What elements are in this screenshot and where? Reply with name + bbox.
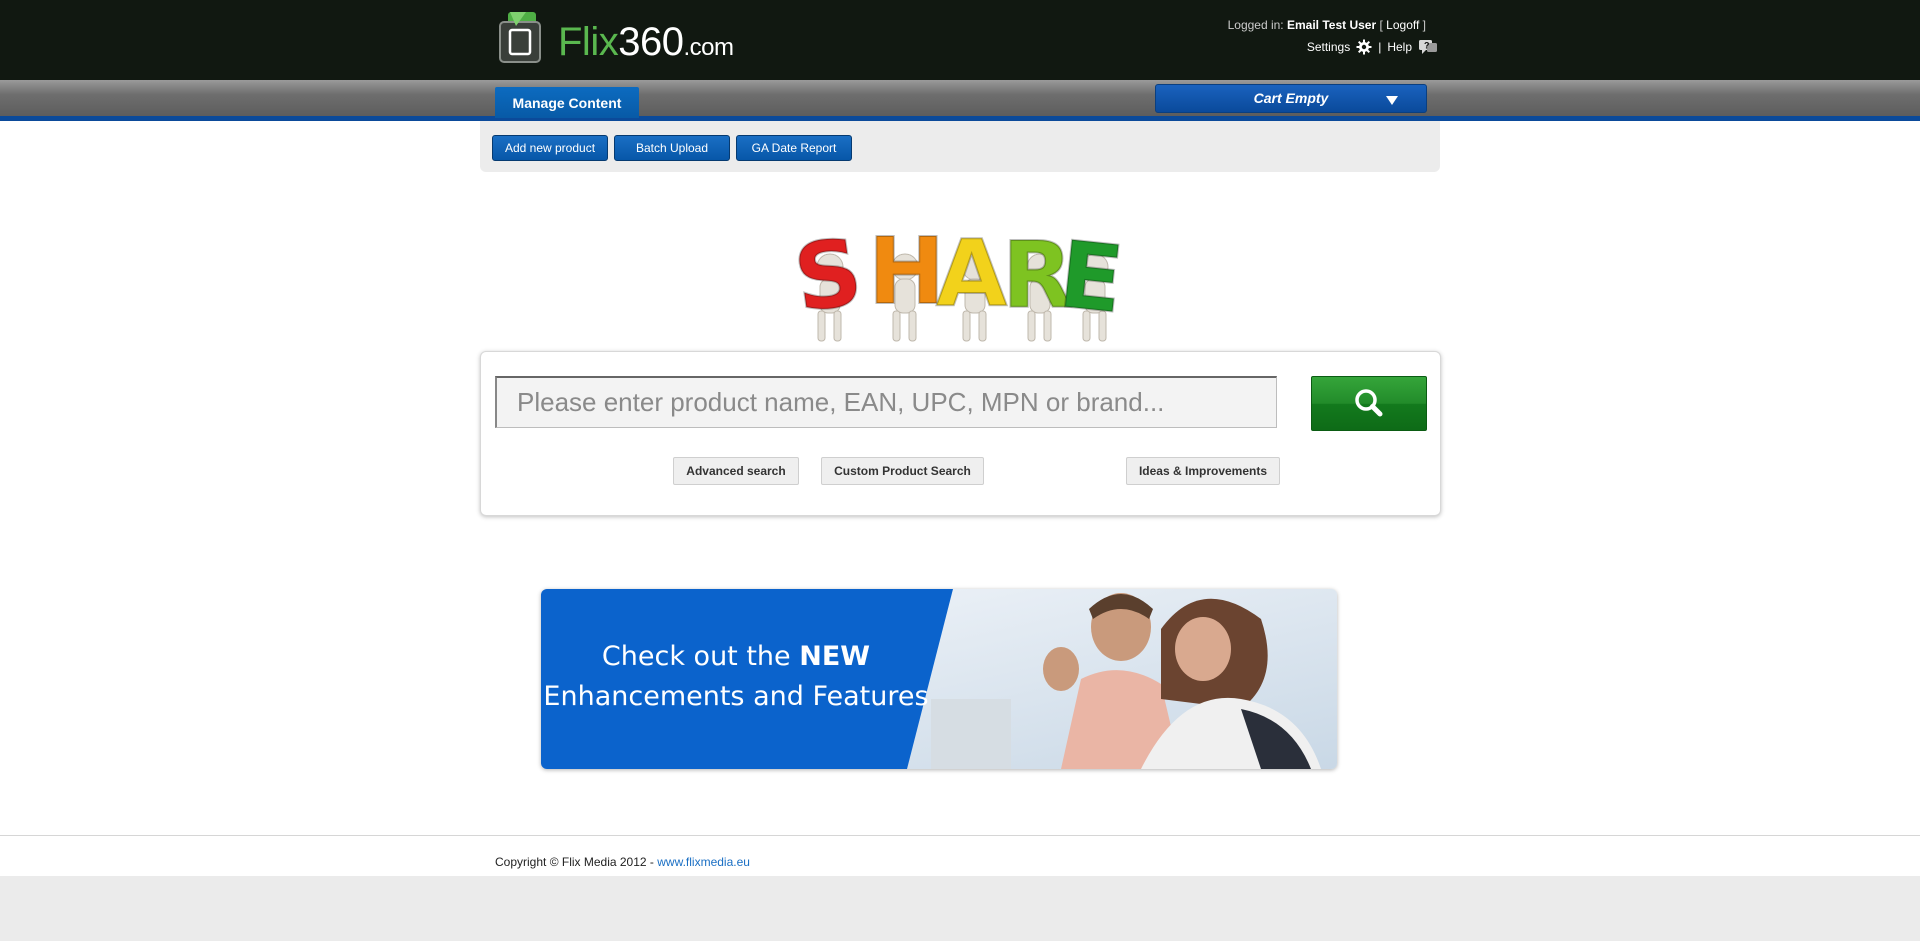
footer-divider: [0, 835, 1920, 836]
share-letter-h: H: [868, 218, 945, 325]
search-icon: [1355, 389, 1383, 417]
svg-text:?: ?: [1424, 41, 1430, 51]
logo-icon: [499, 12, 541, 63]
logo-flix: Flix: [558, 20, 619, 64]
help-link[interactable]: Help: [1387, 40, 1412, 54]
separator-pipe: |: [1378, 40, 1382, 54]
logo-com: .com: [683, 34, 734, 61]
action-bar: Add new product Batch Upload GA Date Rep…: [480, 121, 1440, 172]
logo-360: 360: [618, 20, 684, 64]
search-button[interactable]: [1311, 376, 1427, 431]
ideas-improvements-button[interactable]: Ideas & Improvements: [1126, 457, 1280, 485]
add-new-product-button[interactable]: Add new product: [492, 135, 608, 161]
footer: Copyright © Flix Media 2012 - www.flixme…: [495, 855, 750, 869]
custom-product-search-button[interactable]: Custom Product Search: [821, 457, 984, 485]
login-status: Logged in: Email Test User [ Logoff ]: [1227, 18, 1426, 32]
share-letter-s: S: [790, 218, 868, 333]
share-illustration: S H A R E: [790, 217, 1129, 342]
page: Flix360.com Logged in: Email Test User […: [0, 0, 1920, 876]
flixmedia-link[interactable]: www.flixmedia.eu: [657, 855, 750, 869]
logoff-link[interactable]: Logoff: [1386, 18, 1419, 32]
cart-dropdown[interactable]: Cart Empty: [1155, 84, 1427, 113]
banner-line-1-pre: Check out the: [601, 641, 791, 672]
advanced-search-button[interactable]: Advanced search: [673, 457, 799, 485]
product-search-input[interactable]: [495, 376, 1277, 428]
user-name: Email Test User: [1287, 18, 1377, 32]
ga-date-report-button[interactable]: GA Date Report: [736, 135, 852, 161]
nav-bar: [0, 80, 1920, 116]
banner-line-1-new: NEW: [799, 641, 871, 672]
tab-manage-content[interactable]: Manage Content: [495, 87, 639, 118]
logged-in-label: Logged in:: [1227, 18, 1284, 32]
chevron-down-icon: [1386, 96, 1398, 105]
logo-wordmark: Flix360.com: [558, 20, 734, 64]
settings-link[interactable]: Settings: [1307, 40, 1350, 54]
share-letter-e: E: [1054, 221, 1128, 334]
banner-line-1: Check out the NEW: [541, 637, 931, 677]
copyright-text: Copyright © Flix Media 2012 -: [495, 855, 654, 869]
search-panel: Advanced search Custom Product Search Id…: [480, 351, 1441, 516]
share-letter-a: A: [936, 220, 1007, 327]
gear-icon[interactable]: [1356, 39, 1372, 55]
features-banner[interactable]: Check out the NEW Enhancements and Featu…: [541, 589, 1337, 769]
banner-line-2: Enhancements and Features: [543, 681, 929, 712]
help-icon[interactable]: ?: [1418, 39, 1438, 55]
flix360-logo[interactable]: Flix360.com: [496, 10, 736, 70]
top-header: Flix360.com Logged in: Email Test User […: [0, 0, 1920, 80]
settings-help-bar: Settings | Help ?: [1307, 39, 1438, 55]
batch-upload-button[interactable]: Batch Upload: [614, 135, 730, 161]
banner-headline: Check out the NEW Enhancements and Featu…: [541, 637, 931, 717]
